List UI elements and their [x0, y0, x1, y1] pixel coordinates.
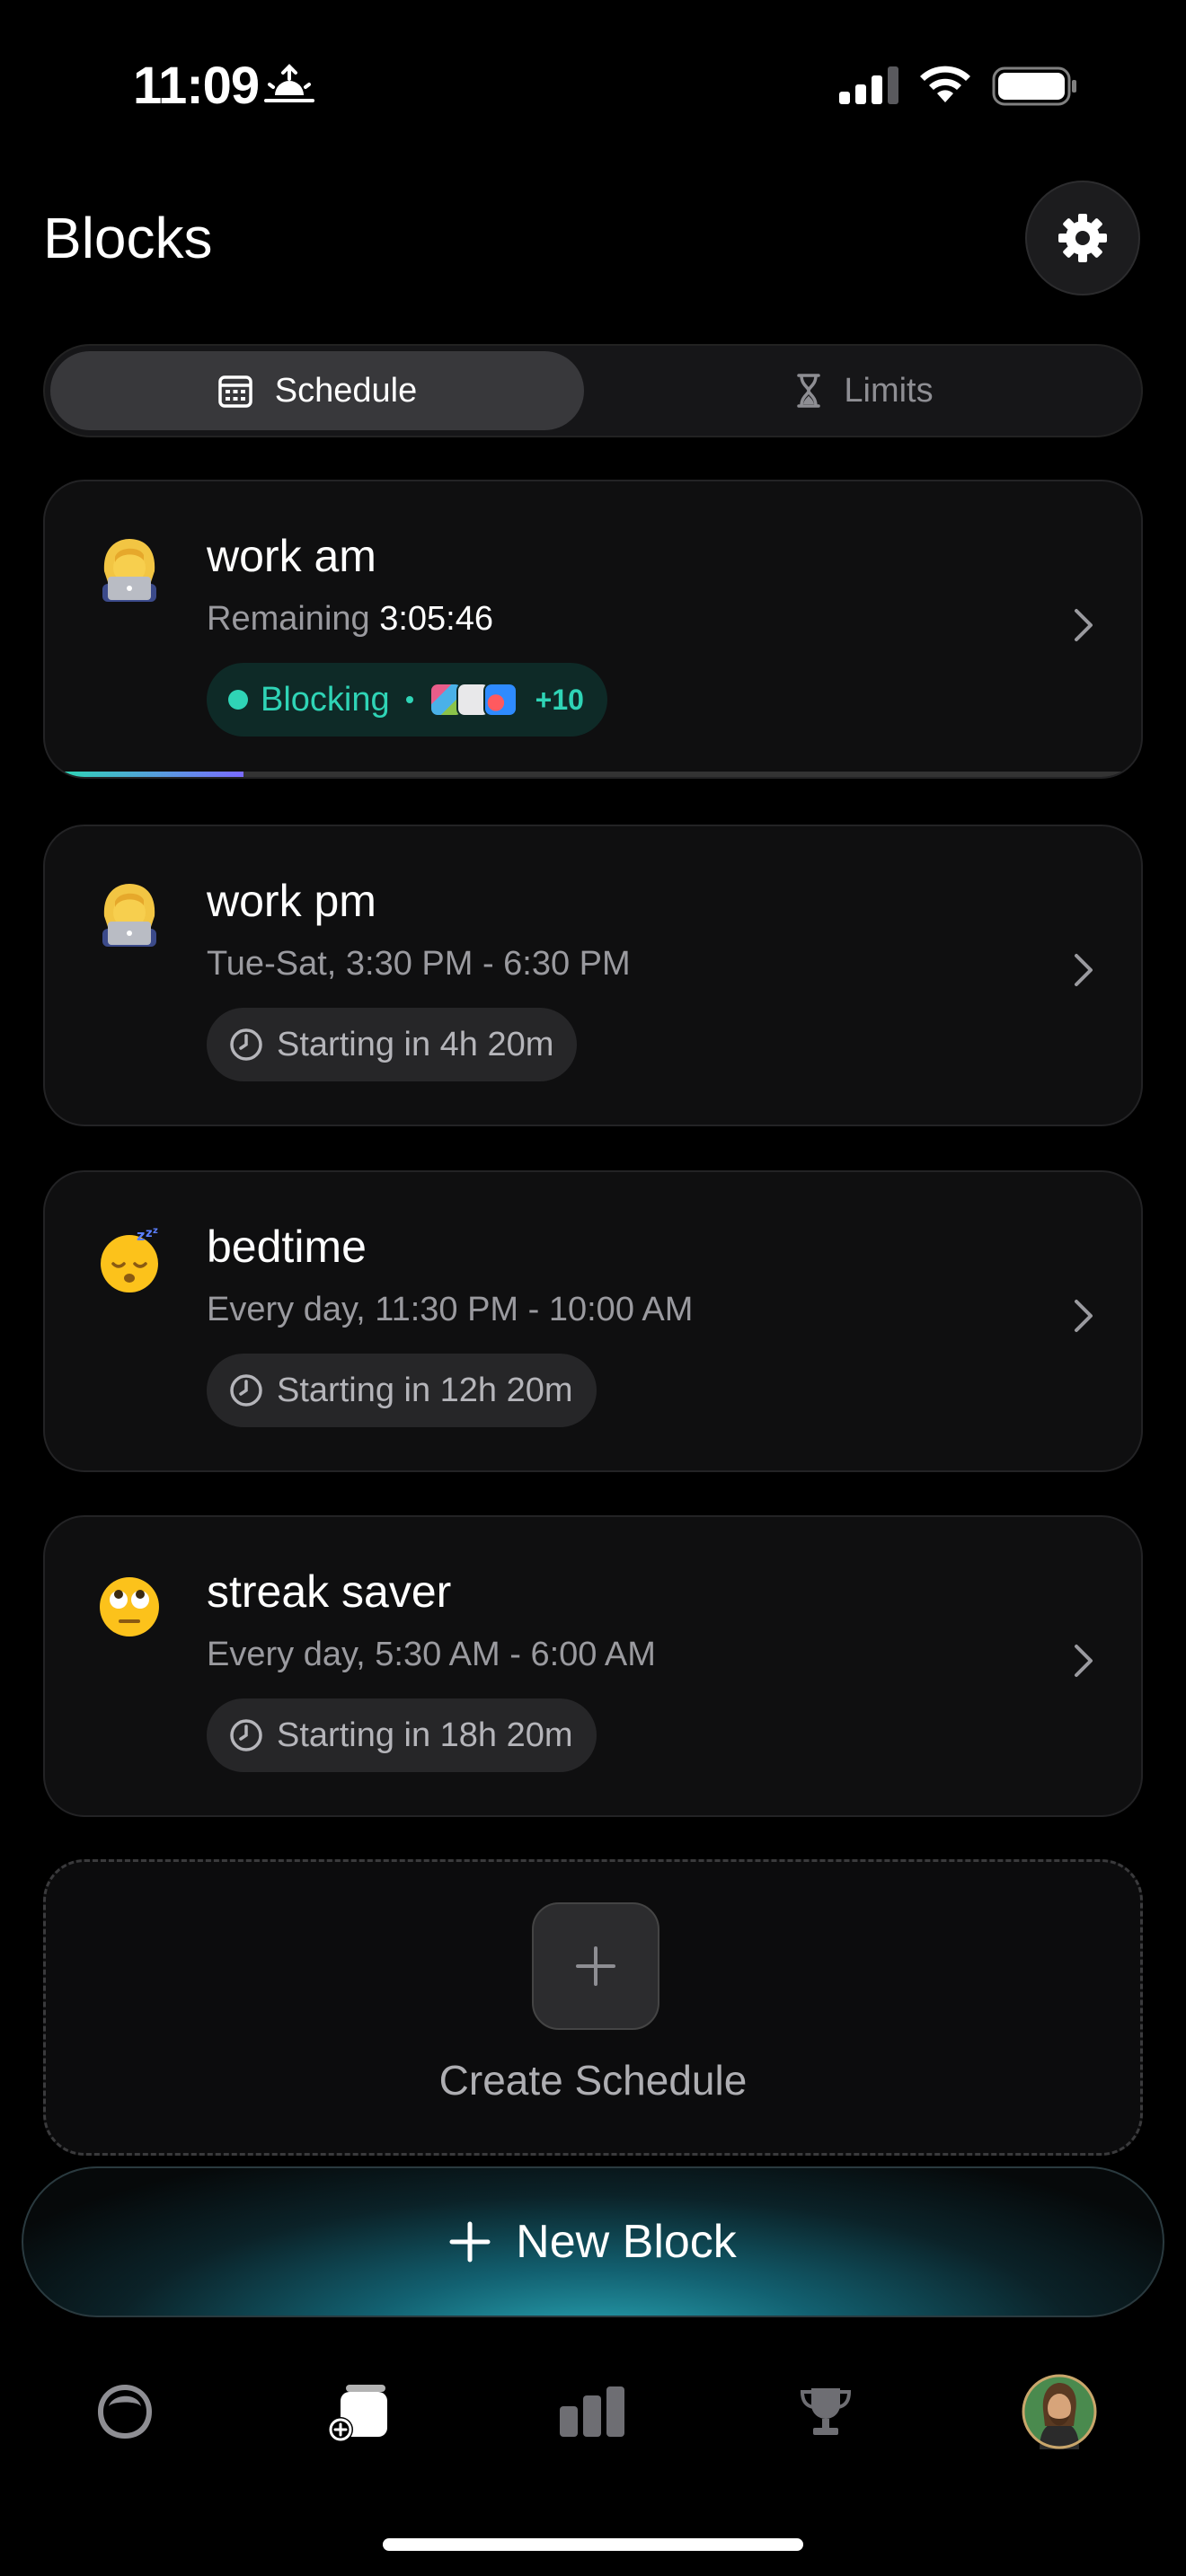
plus-icon [576, 1946, 615, 1986]
svg-text:z: z [137, 1227, 145, 1244]
block-card-bedtime[interactable]: z z z bedtime Every day, 11:30 PM - 10:0… [43, 1170, 1143, 1472]
tab-limits-label: Limits [844, 371, 934, 410]
status-bar: 11:09 [0, 0, 1186, 171]
blocking-label: Blocking [261, 680, 390, 719]
opal-gem-icon [98, 2385, 152, 2439]
sleeping-face-emoji: z z z [101, 1226, 158, 1292]
cellular-signal-icon [839, 66, 898, 104]
block-name: bedtime [207, 1222, 367, 1272]
chevron-right-icon [1075, 1300, 1093, 1332]
tab-limits[interactable]: Limits [589, 351, 1139, 430]
page-title: Blocks [43, 206, 213, 270]
clock-icon [230, 1028, 262, 1061]
tab-achievements[interactable] [785, 2371, 866, 2452]
starting-text: Starting in 18h 20m [277, 1716, 573, 1754]
schedule-limits-switch: Schedule Limits [43, 344, 1143, 437]
blocking-status-badge: Blocking +10 [207, 663, 607, 737]
clock-icon [230, 1719, 262, 1751]
create-schedule-label: Create Schedule [438, 2057, 748, 2104]
face-rolling-eyes-emoji [100, 1577, 159, 1636]
chevron-right-icon [1075, 1645, 1093, 1677]
gear-icon [1058, 214, 1107, 262]
svg-text:z: z [153, 1226, 158, 1236]
hourglass-icon [797, 374, 821, 408]
block-name: work am [207, 531, 376, 581]
chart-app-icon [482, 683, 518, 717]
block-progress-fill [63, 772, 243, 777]
block-name: streak saver [207, 1566, 452, 1617]
starting-badge: Starting in 12h 20m [207, 1354, 597, 1427]
starting-badge: Starting in 18h 20m [207, 1698, 597, 1772]
extra-apps-count: +10 [535, 683, 584, 716]
create-schedule-card[interactable]: Create Schedule [43, 1859, 1143, 2156]
blocked-apps [429, 683, 518, 717]
block-schedule: Every day, 11:30 PM - 10:00 AM [207, 1291, 694, 1328]
block-schedule: Every day, 5:30 AM - 6:00 AM [207, 1636, 656, 1673]
starting-text: Starting in 12h 20m [277, 1371, 573, 1409]
tab-home[interactable] [84, 2371, 165, 2452]
block-progress-bar [63, 772, 1123, 777]
woman-technologist-emoji [102, 539, 156, 602]
tab-stats[interactable] [552, 2371, 633, 2452]
woman-technologist-emoji [102, 884, 156, 947]
tab-profile[interactable] [1019, 2371, 1100, 2452]
trophy-icon [800, 2388, 852, 2435]
wifi-icon [920, 66, 970, 102]
tab-schedule[interactable]: Schedule [50, 351, 584, 430]
remaining-text: Remaining 3:05:46 [207, 600, 493, 639]
sunrise-icon [264, 64, 314, 102]
plus-icon [449, 2221, 491, 2263]
blocks-icon [328, 2385, 387, 2442]
svg-text:z: z [146, 1227, 153, 1240]
block-name: work pm [207, 876, 376, 926]
starting-text: Starting in 4h 20m [277, 1025, 554, 1063]
block-card-work-pm[interactable]: work pm Tue-Sat, 3:30 PM - 6:30 PM Start… [43, 825, 1143, 1126]
create-schedule-plus-button[interactable] [532, 1902, 659, 2030]
calendar-icon [218, 375, 252, 408]
block-card-work-am[interactable]: work am Remaining 3:05:46 Blocking +10 [43, 480, 1143, 779]
stats-icon [560, 2386, 624, 2437]
chevron-right-icon [1075, 954, 1093, 986]
status-time: 11:09 [133, 57, 260, 115]
separator-dot [405, 696, 413, 703]
new-block-label: New Block [516, 2216, 737, 2268]
block-schedule: Tue-Sat, 3:30 PM - 6:30 PM [207, 945, 631, 983]
clock-icon [230, 1374, 262, 1407]
tab-blocks[interactable] [318, 2371, 399, 2452]
active-dot-icon [228, 690, 248, 710]
remaining-label: Remaining [207, 600, 370, 638]
settings-button[interactable] [1025, 181, 1140, 296]
chevron-right-icon [1075, 609, 1093, 641]
remaining-time: 3:05:46 [379, 600, 494, 638]
block-card-streak-saver[interactable]: streak saver Every day, 5:30 AM - 6:00 A… [43, 1515, 1143, 1817]
starting-badge: Starting in 4h 20m [207, 1008, 578, 1081]
battery-icon [992, 66, 1076, 106]
tab-schedule-label: Schedule [274, 371, 418, 410]
new-block-button[interactable]: New Block [22, 2166, 1164, 2317]
home-indicator [383, 2538, 803, 2551]
profile-avatar [1022, 2374, 1097, 2449]
